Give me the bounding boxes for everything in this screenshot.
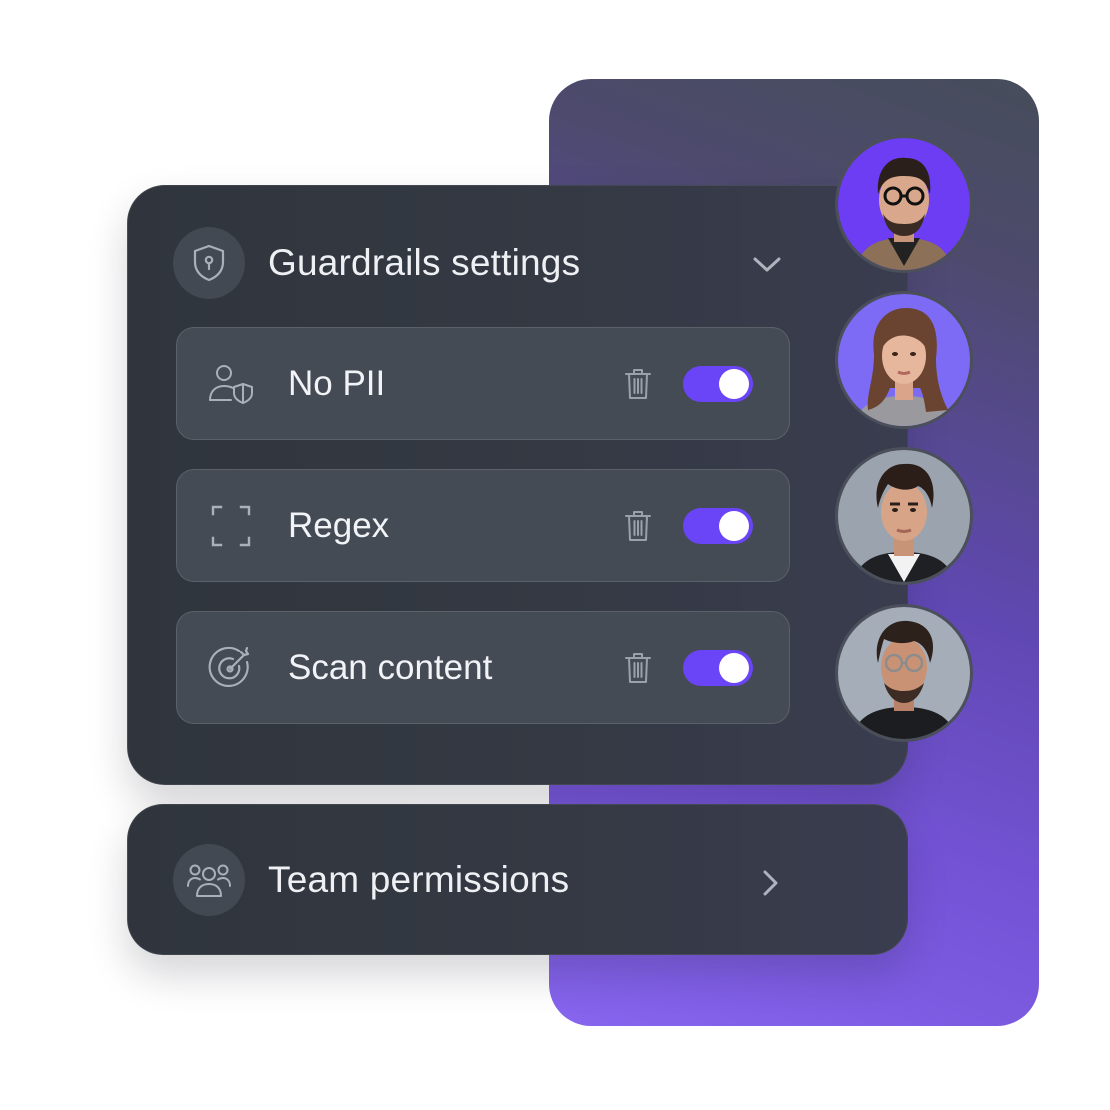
enable-toggle[interactable] xyxy=(683,650,753,686)
toggle-knob xyxy=(719,511,749,541)
toggle-knob xyxy=(719,369,749,399)
guardrail-label: Scan content xyxy=(288,648,493,687)
guardrail-label: Regex xyxy=(288,506,390,545)
avatar-user-4[interactable] xyxy=(835,604,973,742)
trash-icon[interactable] xyxy=(623,367,653,401)
enable-toggle[interactable] xyxy=(683,508,753,544)
trash-icon[interactable] xyxy=(623,651,653,685)
frame-corners-icon xyxy=(207,504,255,548)
avatar-user-3[interactable] xyxy=(835,447,973,585)
avatar-user-2[interactable] xyxy=(835,291,973,429)
avatar-user-1[interactable] xyxy=(835,135,973,273)
team-permissions-title: Team permissions xyxy=(268,859,570,900)
toggle-knob xyxy=(719,653,749,683)
guardrails-title: Guardrails settings xyxy=(268,242,581,283)
chevron-right-icon[interactable] xyxy=(758,867,782,899)
user-shield-icon xyxy=(207,362,255,406)
shield-lock-icon xyxy=(173,227,245,299)
team-permissions-card[interactable]: Team permissions xyxy=(127,804,908,955)
target-icon xyxy=(207,646,255,690)
chevron-down-icon[interactable] xyxy=(750,252,784,276)
guardrail-row-scan-content: Scan content xyxy=(176,611,790,724)
guardrail-row-regex: Regex xyxy=(176,469,790,582)
users-group-icon xyxy=(173,844,245,916)
enable-toggle[interactable] xyxy=(683,366,753,402)
guardrail-row-no-pii: No PII xyxy=(176,327,790,440)
trash-icon[interactable] xyxy=(623,509,653,543)
guardrails-settings-card: Guardrails settings No PII Regex Scan co… xyxy=(127,185,908,785)
guardrail-label: No PII xyxy=(288,364,386,403)
